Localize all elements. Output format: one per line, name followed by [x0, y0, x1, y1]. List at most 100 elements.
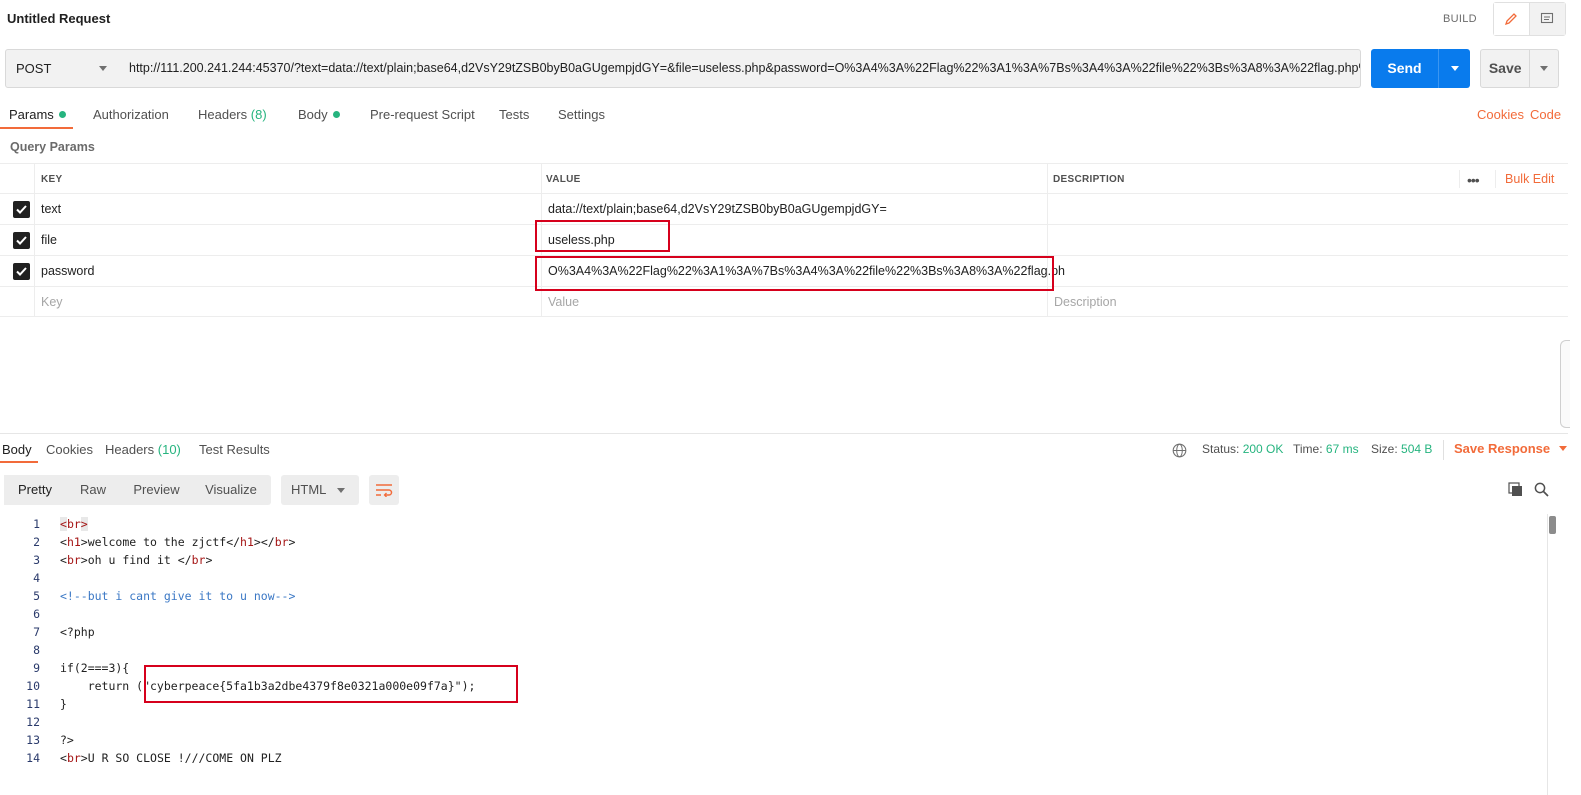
key-cell[interactable]: file	[34, 225, 541, 255]
tab-headers[interactable]: Headers (8)	[198, 107, 267, 122]
header-divider	[1459, 170, 1460, 188]
key-cell[interactable]: Key	[34, 287, 541, 316]
status-divider	[1443, 440, 1444, 460]
edit-mode-button[interactable]	[1494, 3, 1530, 35]
format-raw[interactable]: Raw	[72, 475, 114, 505]
method-label: POST	[16, 61, 52, 76]
line-number: 5	[33, 589, 40, 603]
code-line: 7 <?php	[0, 623, 1545, 641]
response-tab-cookies[interactable]: Cookies	[46, 442, 93, 457]
request-title[interactable]: Untitled Request	[7, 11, 110, 26]
send-label[interactable]: Send	[1371, 49, 1438, 88]
checkmark-icon	[16, 267, 27, 276]
param-key: password	[41, 264, 95, 278]
status-value[interactable]: 200 OK	[1243, 442, 1284, 456]
header-divider	[1495, 170, 1496, 188]
comment-mode-button[interactable]	[1529, 3, 1565, 35]
search-icon[interactable]	[1534, 482, 1549, 497]
tab-params[interactable]: Params	[9, 107, 66, 122]
key-cell[interactable]: password	[34, 256, 541, 286]
tab-label: Params	[9, 107, 54, 122]
tab-authorization[interactable]: Authorization	[93, 107, 169, 122]
wrap-lines-button[interactable]	[369, 475, 399, 505]
response-tab-body[interactable]: Body	[2, 442, 32, 457]
mode-toggle[interactable]	[1493, 2, 1566, 36]
save-options-button[interactable]	[1529, 50, 1558, 87]
tab-settings[interactable]: Settings	[558, 107, 605, 122]
tab-label: Test Results	[199, 442, 270, 457]
row-checkbox[interactable]	[13, 201, 30, 218]
code-line: 5 <!--but i cant give it to u now-->	[0, 587, 1545, 605]
language-label: HTML	[291, 482, 327, 497]
row-checkbox[interactable]	[13, 232, 30, 249]
description-cell[interactable]	[1047, 225, 1568, 255]
more-options-icon[interactable]: •••	[1467, 172, 1480, 188]
side-panel-handle[interactable]	[1560, 340, 1570, 428]
description-cell[interactable]	[1047, 194, 1568, 224]
format-tabs: Pretty Raw Preview Visualize	[4, 475, 271, 505]
save-label[interactable]: Save	[1481, 50, 1529, 87]
code-line: 4	[0, 569, 1545, 587]
line-number: 11	[26, 697, 40, 711]
tab-pre-request-script[interactable]: Pre-request Script	[370, 107, 475, 122]
line-number: 7	[33, 625, 40, 639]
code-scrollbar-thumb[interactable]	[1549, 516, 1556, 534]
size-value[interactable]: 504 B	[1401, 442, 1432, 456]
description-column-header: DESCRIPTION	[1047, 164, 1568, 193]
table-row: file useless.php	[0, 225, 1568, 256]
line-number: 1	[33, 517, 40, 531]
line-number: 4	[33, 571, 40, 585]
format-pretty[interactable]: Pretty	[4, 475, 66, 505]
response-tab-test-results[interactable]: Test Results	[199, 442, 270, 457]
save-response-label: Save Response	[1454, 441, 1551, 456]
bulk-edit-link[interactable]: Bulk Edit	[1505, 172, 1554, 186]
url-input[interactable]: http://111.200.241.244:45370/?text=data:…	[118, 49, 1361, 88]
method-select[interactable]: POST	[5, 49, 119, 88]
line-number: 3	[33, 553, 40, 567]
value-placeholder: Value	[548, 295, 580, 309]
globe-icon[interactable]	[1172, 443, 1187, 458]
checkmark-icon	[16, 236, 27, 245]
format-preview[interactable]: Preview	[128, 475, 185, 505]
line-number: 8	[33, 643, 40, 657]
wrap-lines-icon	[376, 484, 393, 497]
line-number: 2	[33, 535, 40, 549]
response-tab-headers[interactable]: Headers (10)	[105, 442, 181, 457]
row-checkbox[interactable]	[13, 263, 30, 280]
tab-body[interactable]: Body	[298, 107, 340, 122]
cookies-link[interactable]: Cookies	[1477, 107, 1524, 122]
copy-icon[interactable]	[1508, 482, 1523, 497]
save-response-button[interactable]: Save Response	[1454, 441, 1567, 456]
line-number: 9	[33, 661, 40, 675]
code-scrollbar-track[interactable]	[1547, 514, 1558, 795]
line-text: ?>	[60, 733, 74, 747]
line-text: <?php	[60, 625, 95, 639]
description-cell[interactable]: Description	[1047, 287, 1568, 316]
format-visualize[interactable]: Visualize	[202, 475, 260, 505]
highlight-box-flag	[144, 665, 518, 703]
value-cell[interactable]: Value	[541, 287, 1047, 316]
description-cell[interactable]	[1047, 256, 1568, 286]
key-column-header: KEY	[34, 164, 541, 193]
save-button[interactable]: Save	[1480, 49, 1559, 88]
status-readout: Status: 200 OK	[1202, 442, 1283, 456]
code-line: 6	[0, 605, 1545, 623]
highlight-box-file	[535, 220, 670, 252]
code-link[interactable]: Code	[1530, 107, 1561, 122]
key-placeholder: Key	[41, 295, 63, 309]
tab-label: Headers	[105, 442, 155, 457]
code-line: 12	[0, 713, 1545, 731]
headers-count: (8)	[250, 107, 267, 122]
table-row: text data://text/plain;base64,d2VsY29tZS…	[0, 194, 1568, 225]
send-options-button[interactable]	[1438, 49, 1470, 88]
table-header: KEY VALUE DESCRIPTION ••• Bulk Edit	[0, 163, 1568, 194]
send-button[interactable]: Send	[1371, 49, 1470, 88]
code-line: 8	[0, 641, 1545, 659]
key-cell[interactable]: text	[34, 194, 541, 224]
active-tab-indicator	[0, 127, 73, 129]
key-header-label: KEY	[41, 174, 63, 185]
language-select[interactable]: HTML	[281, 475, 359, 505]
tab-tests[interactable]: Tests	[499, 107, 529, 122]
time-value[interactable]: 67 ms	[1326, 442, 1359, 456]
comment-icon	[1541, 12, 1554, 24]
